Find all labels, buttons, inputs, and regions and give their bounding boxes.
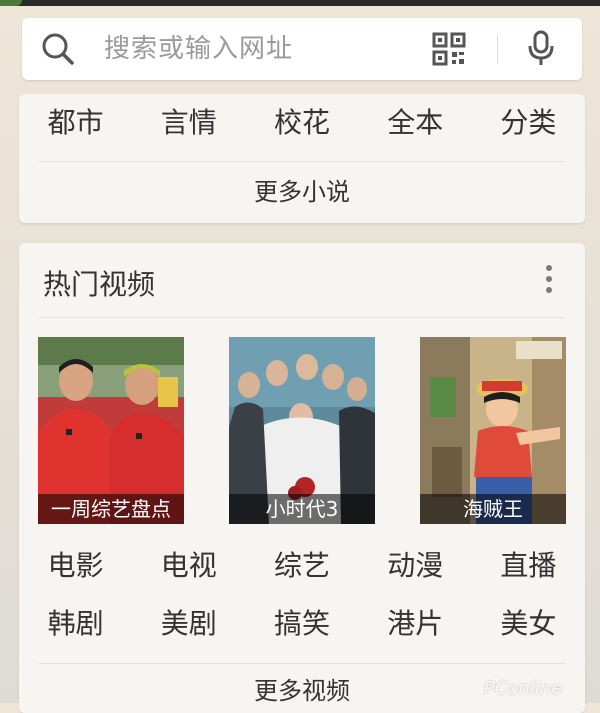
search-divider [497,34,498,64]
video-thumbnail-anime[interactable]: 海贼王 [420,337,566,524]
novel-card: 都市 言情 校花 全本 分类 更多小说 [19,94,585,223]
status-strip [0,0,600,6]
video-category-us-drama[interactable]: 美剧 [132,597,245,651]
novel-category-dushi[interactable]: 都市 [19,94,132,160]
video-category-hk-film[interactable]: 港片 [359,597,472,651]
video-caption: 海贼王 [420,494,566,524]
section-title: 热门视频 [43,268,156,301]
video-category-anime[interactable]: 动漫 [359,539,472,593]
video-caption: 一周综艺盘点 [38,494,184,524]
menu-dot [546,265,552,271]
novel-category-fenlei[interactable]: 分类 [472,94,585,160]
watermark-logo: PConline [484,678,563,699]
more-novels-link[interactable]: 更多小说 [19,162,585,223]
status-notch [0,0,22,6]
novel-category-quanben[interactable]: 全本 [359,94,472,160]
hot-videos-card: 热门视频 一周综艺盘点 小时代3 海贼王 电影 电视 综艺 动漫 直播 韩剧 美… [19,243,585,713]
video-category-tv[interactable]: 电视 [132,539,245,593]
search-bar[interactable]: 搜索或输入网址 [22,18,582,80]
more-vertical-icon[interactable] [539,263,559,295]
video-category-variety[interactable]: 综艺 [245,539,358,593]
video-category-korean-drama[interactable]: 韩剧 [19,597,132,651]
search-icon[interactable] [40,31,76,67]
video-thumbnail-variety[interactable]: 一周综艺盘点 [38,337,184,524]
menu-dot [546,287,552,293]
video-category-movie[interactable]: 电影 [19,539,132,593]
qr-code-icon[interactable] [432,32,466,66]
novel-category-row: 都市 言情 校花 全本 分类 [19,94,585,160]
novel-category-yanqing[interactable]: 言情 [132,94,245,160]
divider [39,317,565,318]
video-caption: 小时代3 [229,494,375,524]
menu-dot [546,276,552,282]
novel-category-xiaohua[interactable]: 校花 [245,94,358,160]
video-category-row: 电影 电视 综艺 动漫 直播 [19,539,585,593]
video-thumbnail-movie[interactable]: 小时代3 [229,337,375,524]
video-category-funny[interactable]: 搞笑 [245,597,358,651]
video-category-row: 韩剧 美剧 搞笑 港片 美女 [19,597,585,651]
video-category-live[interactable]: 直播 [472,539,585,593]
microphone-icon[interactable] [526,30,556,68]
search-input[interactable]: 搜索或输入网址 [104,18,293,80]
divider [39,663,565,664]
video-category-beauty[interactable]: 美女 [472,597,585,651]
